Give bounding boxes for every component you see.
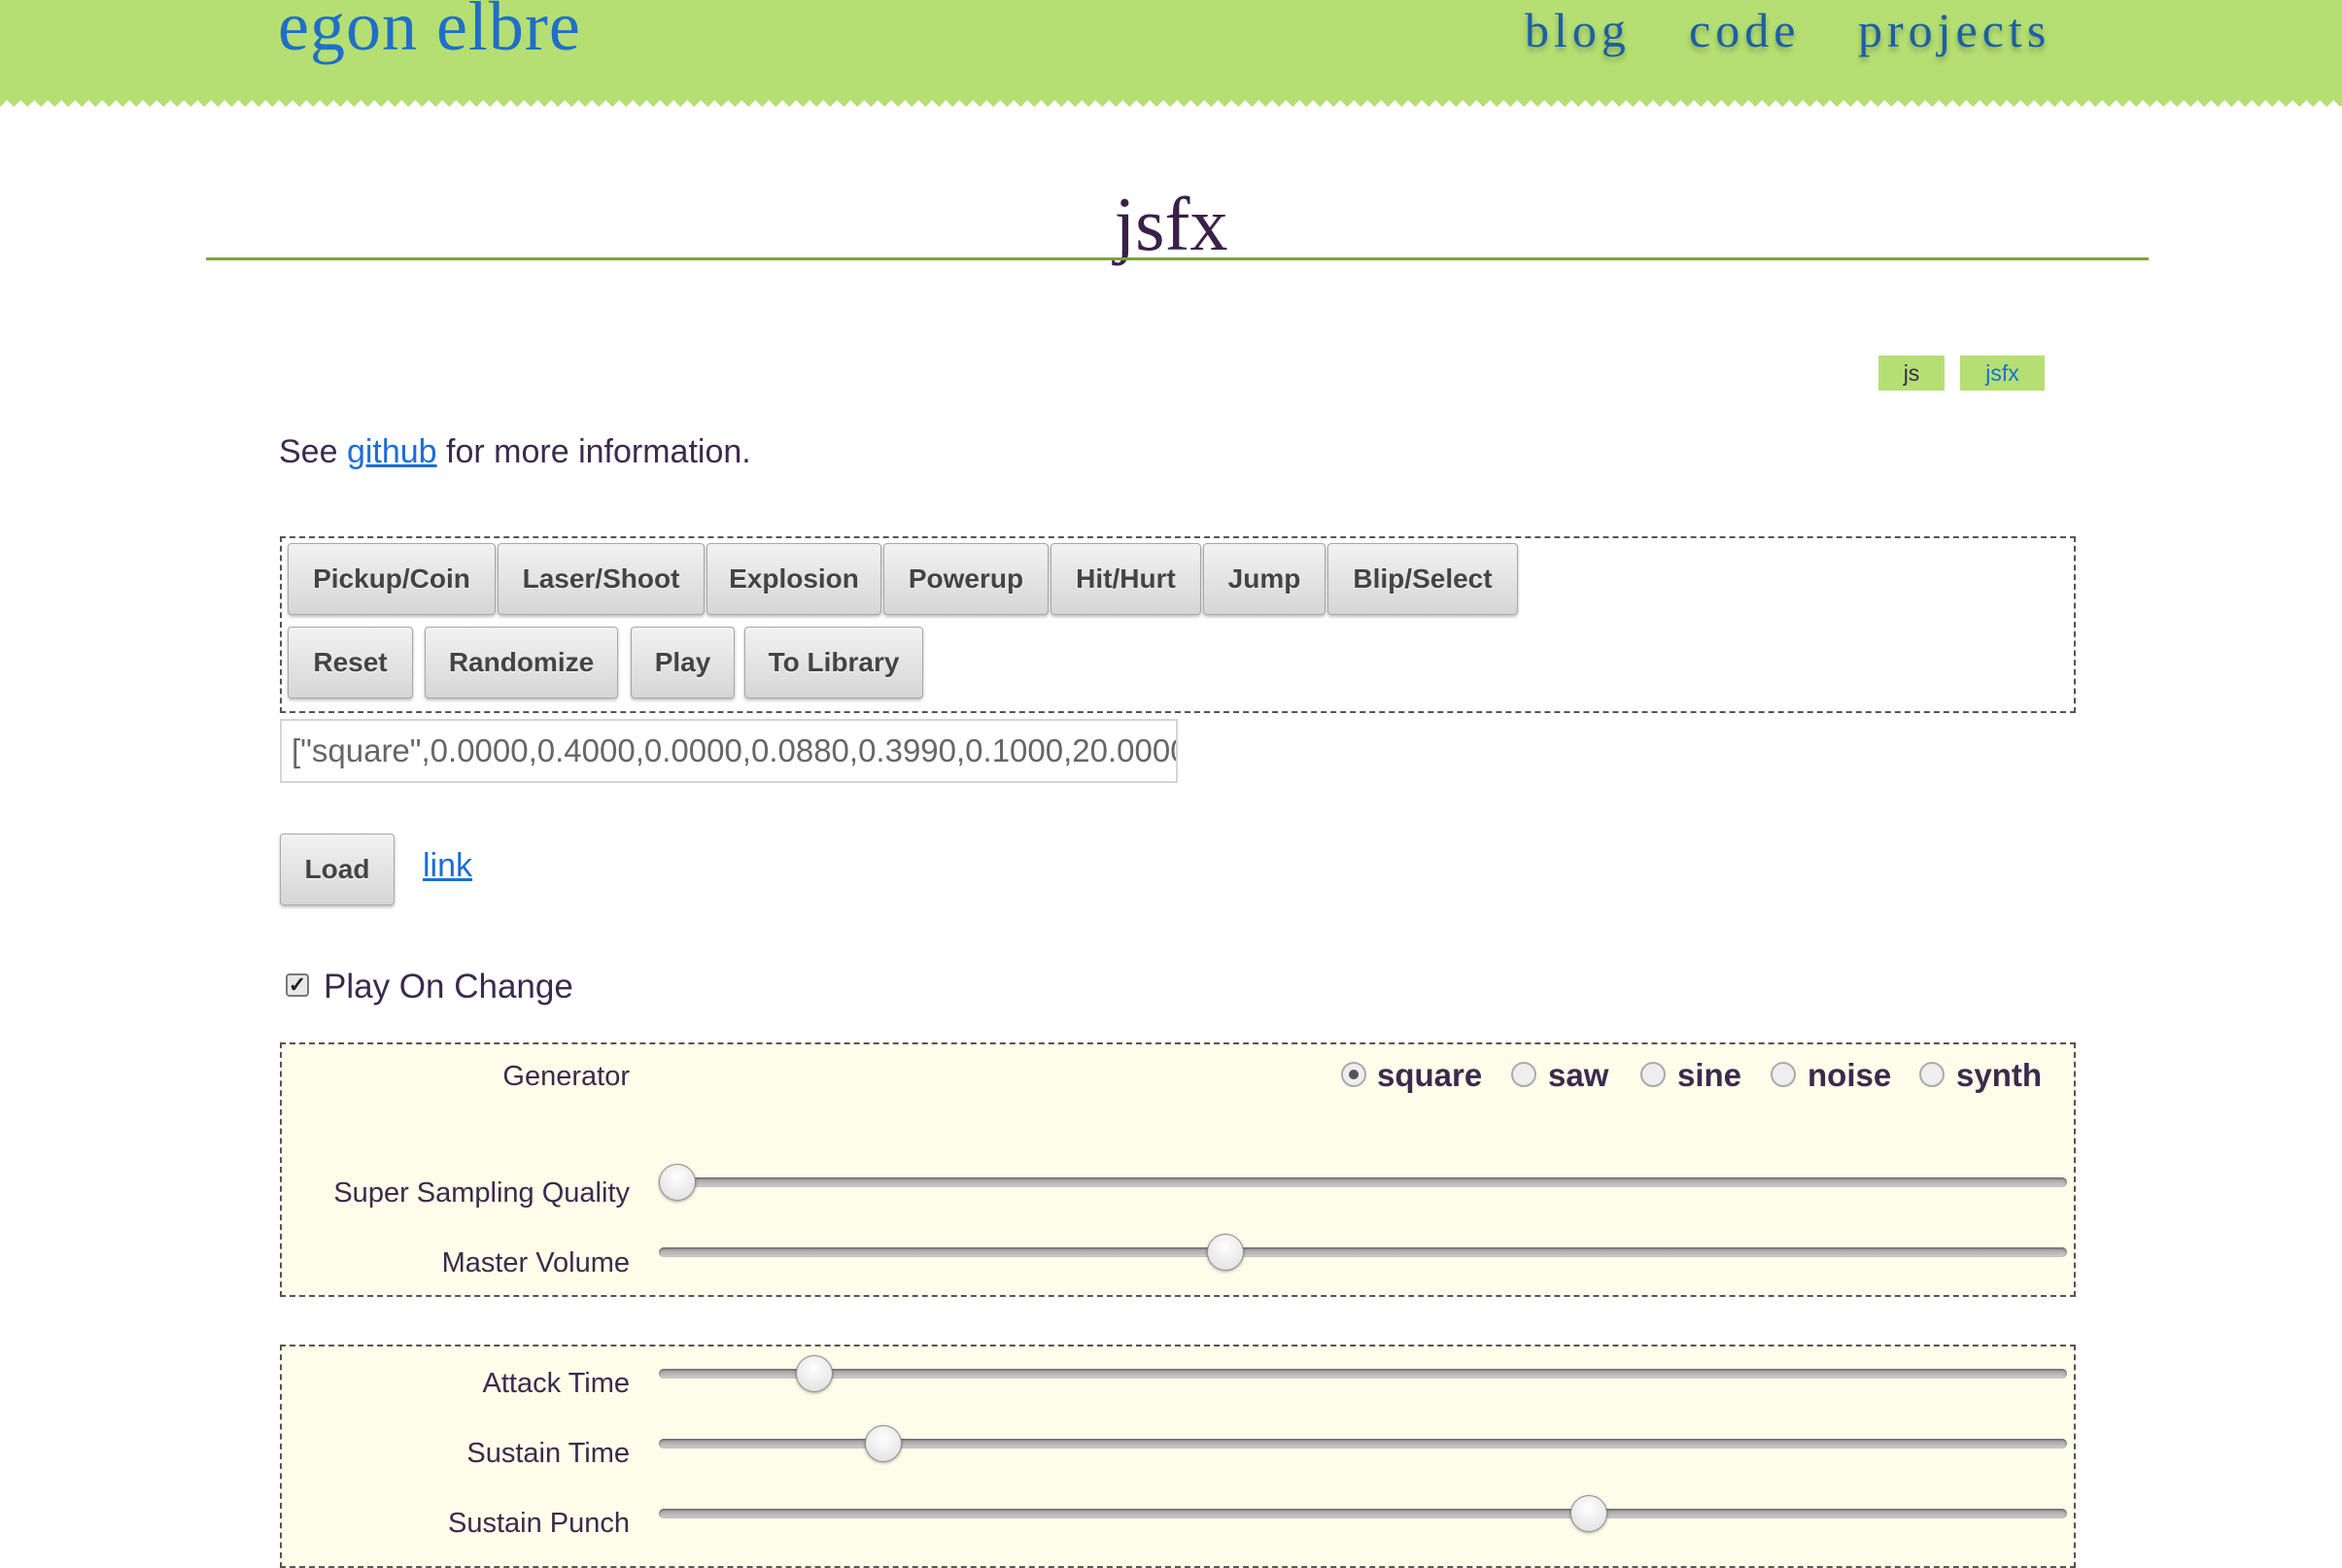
super-sampling-quality-slider[interactable] bbox=[659, 1177, 2067, 1187]
reset-button[interactable]: Reset bbox=[288, 627, 413, 699]
slider-label-sustain-time: Sustain Time bbox=[466, 1438, 630, 1469]
generator-option-square: square bbox=[1377, 1057, 1483, 1093]
intro-prefix: See bbox=[279, 433, 347, 470]
preset-explosion-button[interactable]: Explosion bbox=[706, 543, 881, 615]
generator-radio-square[interactable] bbox=[1341, 1062, 1366, 1087]
play-on-change-checkbox[interactable]: ✓ bbox=[286, 973, 309, 997]
permalink-link[interactable]: link bbox=[423, 847, 472, 885]
slider-label-sustain-punch: Sustain Punch bbox=[447, 1508, 630, 1539]
master-volume-slider[interactable] bbox=[659, 1247, 2067, 1257]
page-title: jsfx bbox=[1114, 182, 1228, 266]
nav-projects[interactable]: projects bbox=[1858, 2, 2050, 58]
generator-option-synth: synth bbox=[1956, 1057, 2043, 1093]
nav-code[interactable]: code bbox=[1689, 2, 1800, 58]
play-on-change-label: Play On Change bbox=[324, 968, 573, 1006]
generator-option-saw: saw bbox=[1548, 1057, 1609, 1093]
generator-radio-sine[interactable] bbox=[1640, 1062, 1666, 1087]
preset-jump-button[interactable]: Jump bbox=[1203, 543, 1326, 615]
generator-radio-noise[interactable] bbox=[1771, 1062, 1796, 1087]
tag-jsfx[interactable]: jsfx bbox=[1960, 356, 2045, 391]
preset-pickup-coin-button[interactable]: Pickup/Coin bbox=[288, 543, 496, 615]
load-button[interactable]: Load bbox=[280, 834, 395, 905]
to-library-button[interactable]: To Library bbox=[744, 627, 923, 699]
site-title-link[interactable]: egon elbre bbox=[278, 0, 581, 67]
title-divider bbox=[206, 257, 2149, 260]
preset-laser-shoot-button[interactable]: Laser/Shoot bbox=[498, 543, 705, 615]
super-sampling-quality-slider-handle[interactable] bbox=[659, 1164, 696, 1201]
attack-time-slider-handle[interactable] bbox=[796, 1355, 834, 1392]
header-zigzag-edge bbox=[0, 93, 2342, 107]
intro-suffix: for more information. bbox=[436, 433, 751, 470]
tag-js[interactable]: js bbox=[1878, 356, 1945, 391]
github-link[interactable]: github bbox=[347, 433, 437, 470]
generator-option-noise: noise bbox=[1808, 1057, 1892, 1093]
generator-radio-saw[interactable] bbox=[1511, 1062, 1536, 1087]
nav-blog[interactable]: blog bbox=[1525, 2, 1631, 58]
play-button[interactable]: Play bbox=[631, 627, 735, 699]
preset-powerup-button[interactable]: Powerup bbox=[883, 543, 1049, 615]
generator-option-sine: sine bbox=[1677, 1057, 1742, 1093]
generator-label: Generator bbox=[502, 1061, 630, 1092]
slider-label-super-sampling-quality: Super Sampling Quality bbox=[333, 1177, 630, 1209]
generator-radio-synth[interactable] bbox=[1919, 1062, 1945, 1087]
attack-time-slider[interactable] bbox=[659, 1369, 2067, 1379]
slider-label-master-volume: Master Volume bbox=[441, 1247, 630, 1278]
sustain-time-slider-handle[interactable] bbox=[864, 1425, 902, 1462]
params-code-input[interactable]: ["square",0.0000,0.4000,0.0000,0.0880,0.… bbox=[280, 719, 1178, 783]
preset-blip-select-button[interactable]: Blip/Select bbox=[1327, 543, 1518, 615]
preset-hit-hurt-button[interactable]: Hit/Hurt bbox=[1050, 543, 1201, 615]
sustain-punch-slider[interactable] bbox=[659, 1509, 2067, 1518]
randomize-button[interactable]: Randomize bbox=[425, 627, 618, 699]
slider-label-attack-time: Attack Time bbox=[482, 1368, 631, 1399]
intro-text: See github for more information. bbox=[279, 433, 751, 471]
